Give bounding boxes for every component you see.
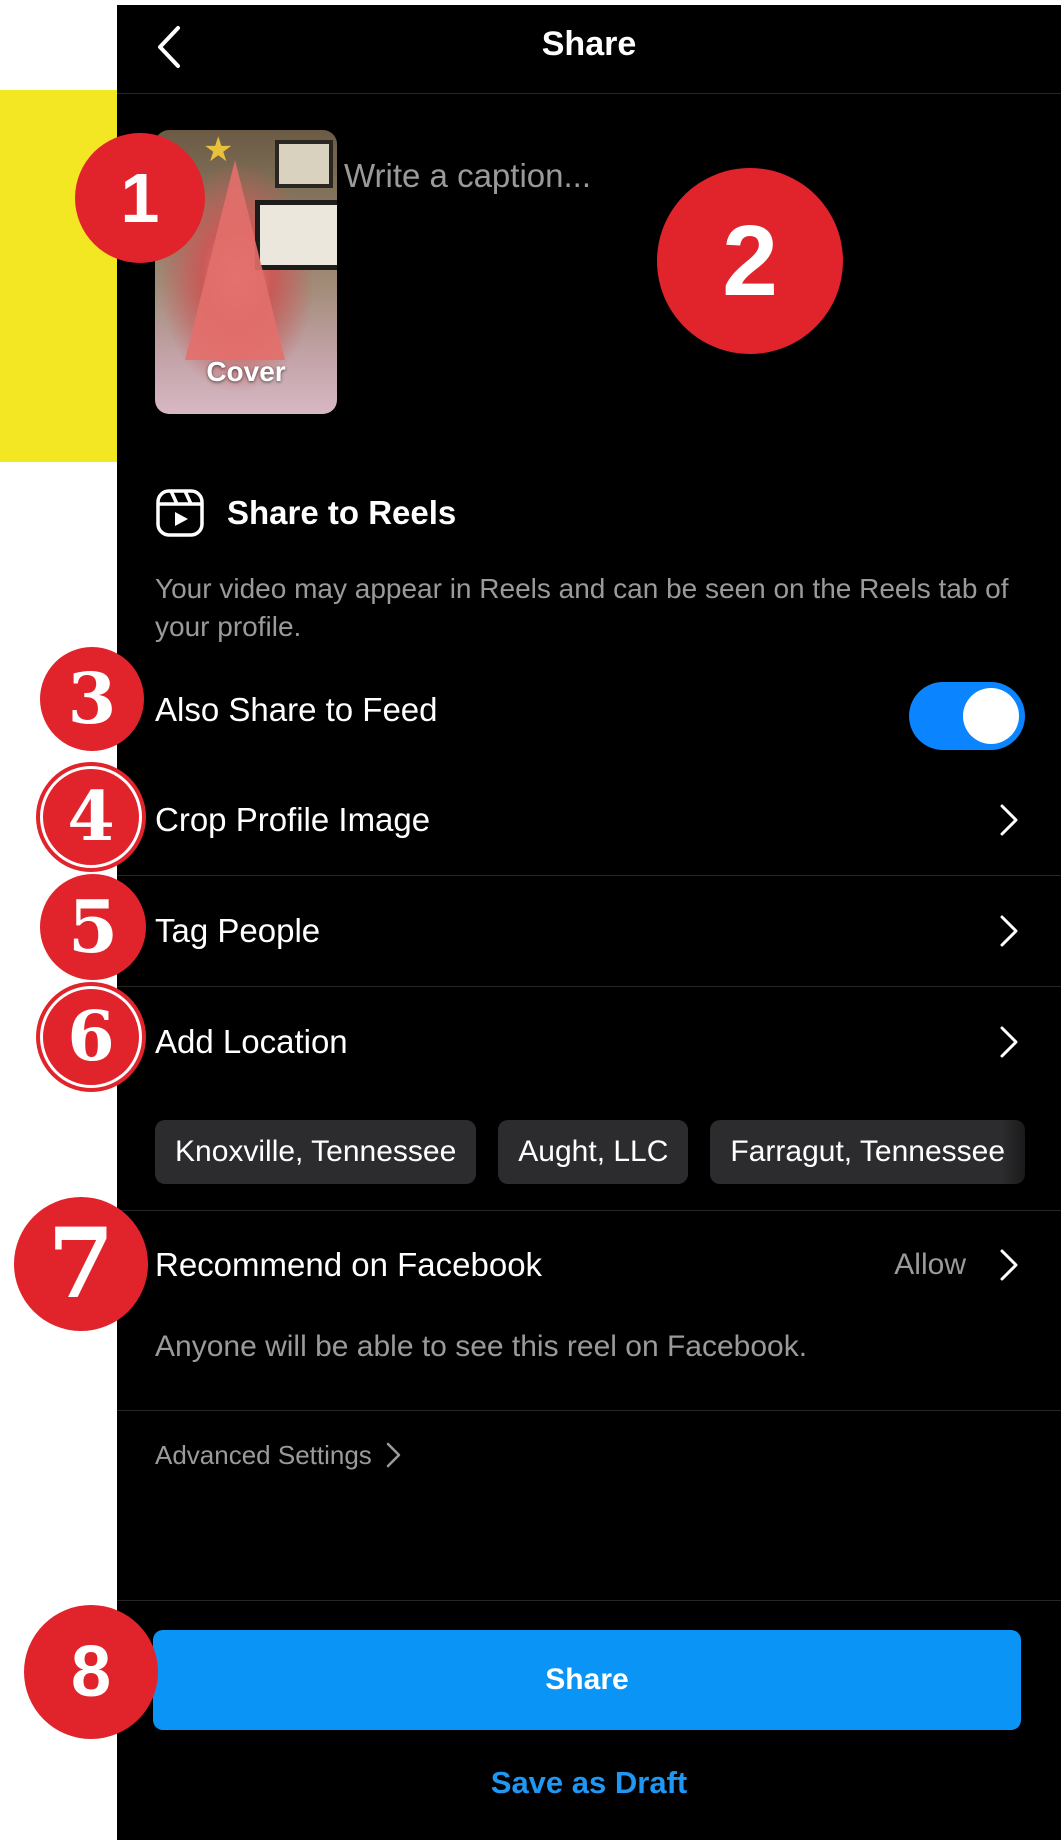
recommend-value: Allow — [894, 1248, 966, 1281]
chevron-right-icon — [1000, 804, 1018, 836]
chevron-right-icon — [1000, 1249, 1018, 1281]
divider — [117, 1600, 1061, 1601]
star-icon: ★ — [203, 131, 234, 169]
crop-profile-image-label: Crop Profile Image — [155, 801, 431, 838]
badge-6: 6 — [40, 986, 142, 1088]
header-bar: Share — [117, 5, 1061, 94]
add-location-label: Add Location — [155, 1023, 348, 1060]
tag-people-row[interactable]: Tag People — [117, 876, 1061, 986]
reels-icon — [156, 489, 204, 537]
share-to-feed-toggle[interactable] — [909, 682, 1025, 750]
advanced-settings-label: Advanced Settings — [155, 1439, 372, 1470]
share-to-reels-row: Share to Reels — [155, 485, 456, 541]
toggle-knob — [963, 688, 1019, 744]
share-screen: Share ★ Cover Share to Reels Your video … — [117, 5, 1061, 1840]
badge-1: 1 — [75, 133, 205, 263]
page-title: Share — [541, 25, 637, 63]
cover-label: Cover — [206, 356, 286, 387]
also-share-to-feed-label: Also Share to Feed — [155, 691, 438, 728]
badge-3: 3 — [40, 647, 144, 751]
chips-fade-overlay — [1001, 1115, 1061, 1189]
chevron-right-icon — [1000, 915, 1018, 947]
badge-7: 7 — [14, 1197, 148, 1331]
badge-5: 5 — [40, 874, 146, 980]
location-chip[interactable]: Knoxville, Tennessee — [155, 1120, 477, 1184]
location-chip[interactable]: Aught, LLC — [498, 1120, 689, 1184]
advanced-settings-link[interactable]: Advanced Settings — [155, 1430, 404, 1480]
crop-profile-image-row[interactable]: Crop Profile Image — [117, 765, 1061, 875]
reels-description: Your video may appear in Reels and can b… — [155, 573, 1009, 642]
share-button[interactable]: Share — [153, 1630, 1021, 1730]
recommend-on-facebook-row[interactable]: Recommend on Facebook Allow — [117, 1210, 1061, 1320]
location-suggestions: Knoxville, Tennessee Aught, LLC Farragut… — [155, 1120, 1026, 1184]
share-to-reels-label: Share to Reels — [227, 494, 457, 531]
caption-input[interactable] — [342, 145, 906, 207]
location-chip[interactable]: Farragut, Tennessee — [710, 1120, 1026, 1184]
badge-4: 4 — [40, 766, 142, 868]
also-share-to-feed-row: Also Share to Feed — [117, 655, 1061, 765]
add-location-row[interactable]: Add Location — [117, 987, 1061, 1097]
chevron-right-icon — [1000, 1026, 1018, 1058]
save-as-draft-button[interactable]: Save as Draft — [117, 1765, 1061, 1801]
badge-2: 2 — [657, 168, 843, 354]
badge-8: 8 — [24, 1605, 158, 1739]
facebook-description: Anyone will be able to see this reel on … — [155, 1330, 808, 1363]
recommend-on-facebook-label: Recommend on Facebook — [155, 1246, 543, 1283]
chevron-right-icon — [386, 1442, 401, 1468]
divider — [117, 1410, 1061, 1411]
tag-people-label: Tag People — [155, 912, 321, 949]
